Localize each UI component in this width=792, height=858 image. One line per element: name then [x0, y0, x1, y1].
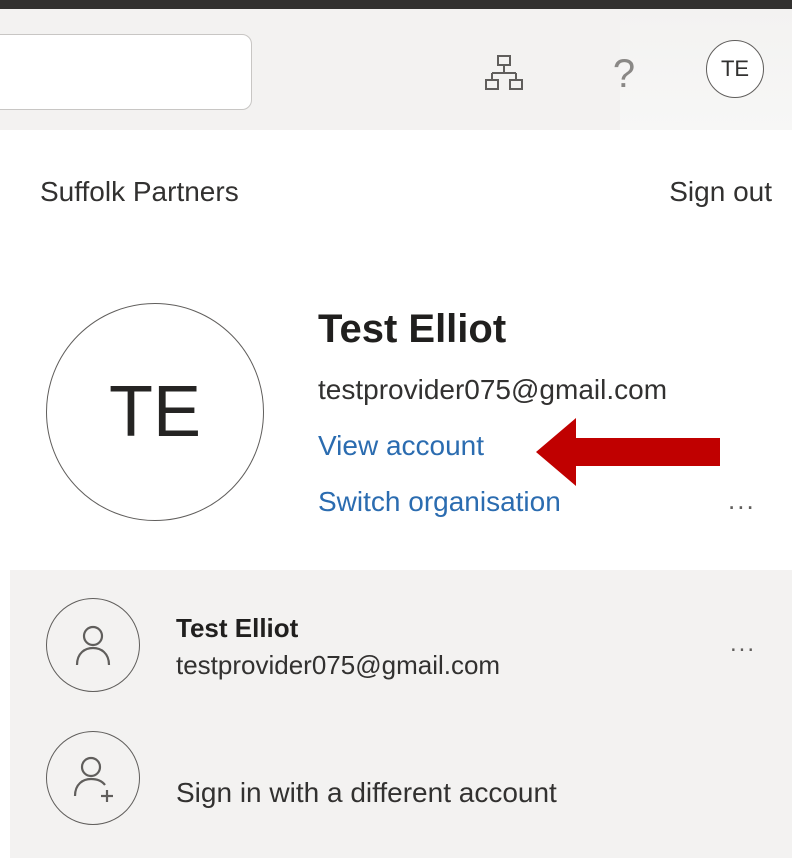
account-name[interactable]: Test Elliot	[176, 613, 298, 644]
sign-in-different-account-link[interactable]: Sign in with a different account	[176, 777, 557, 809]
sign-out-link[interactable]: Sign out	[669, 176, 772, 208]
view-account-link[interactable]: View account	[318, 430, 484, 462]
person-add-icon[interactable]	[46, 731, 140, 825]
annotation-arrow	[536, 418, 720, 486]
account-avatar-button[interactable]: TE	[706, 40, 764, 98]
search-input[interactable]	[0, 34, 252, 110]
organisation-name: Suffolk Partners	[40, 176, 239, 207]
help-icon[interactable]: ?	[604, 50, 644, 98]
current-user-avatar: TE	[46, 303, 264, 521]
person-icon	[46, 598, 140, 692]
current-user-name: Test Elliot	[318, 307, 507, 351]
account-email[interactable]: testprovider075@gmail.com	[176, 650, 500, 681]
top-bar: ? TE	[0, 0, 792, 130]
account-more-options-icon[interactable]: ...	[730, 632, 770, 658]
annotation-arrow-shape	[536, 418, 720, 486]
switch-organisation-link[interactable]: Switch organisation	[318, 486, 561, 518]
more-options-icon[interactable]: ...	[728, 487, 768, 520]
top-bar-border	[0, 0, 792, 9]
current-user-email: testprovider075@gmail.com	[318, 374, 668, 405]
org-chart-icon[interactable]	[482, 52, 526, 96]
